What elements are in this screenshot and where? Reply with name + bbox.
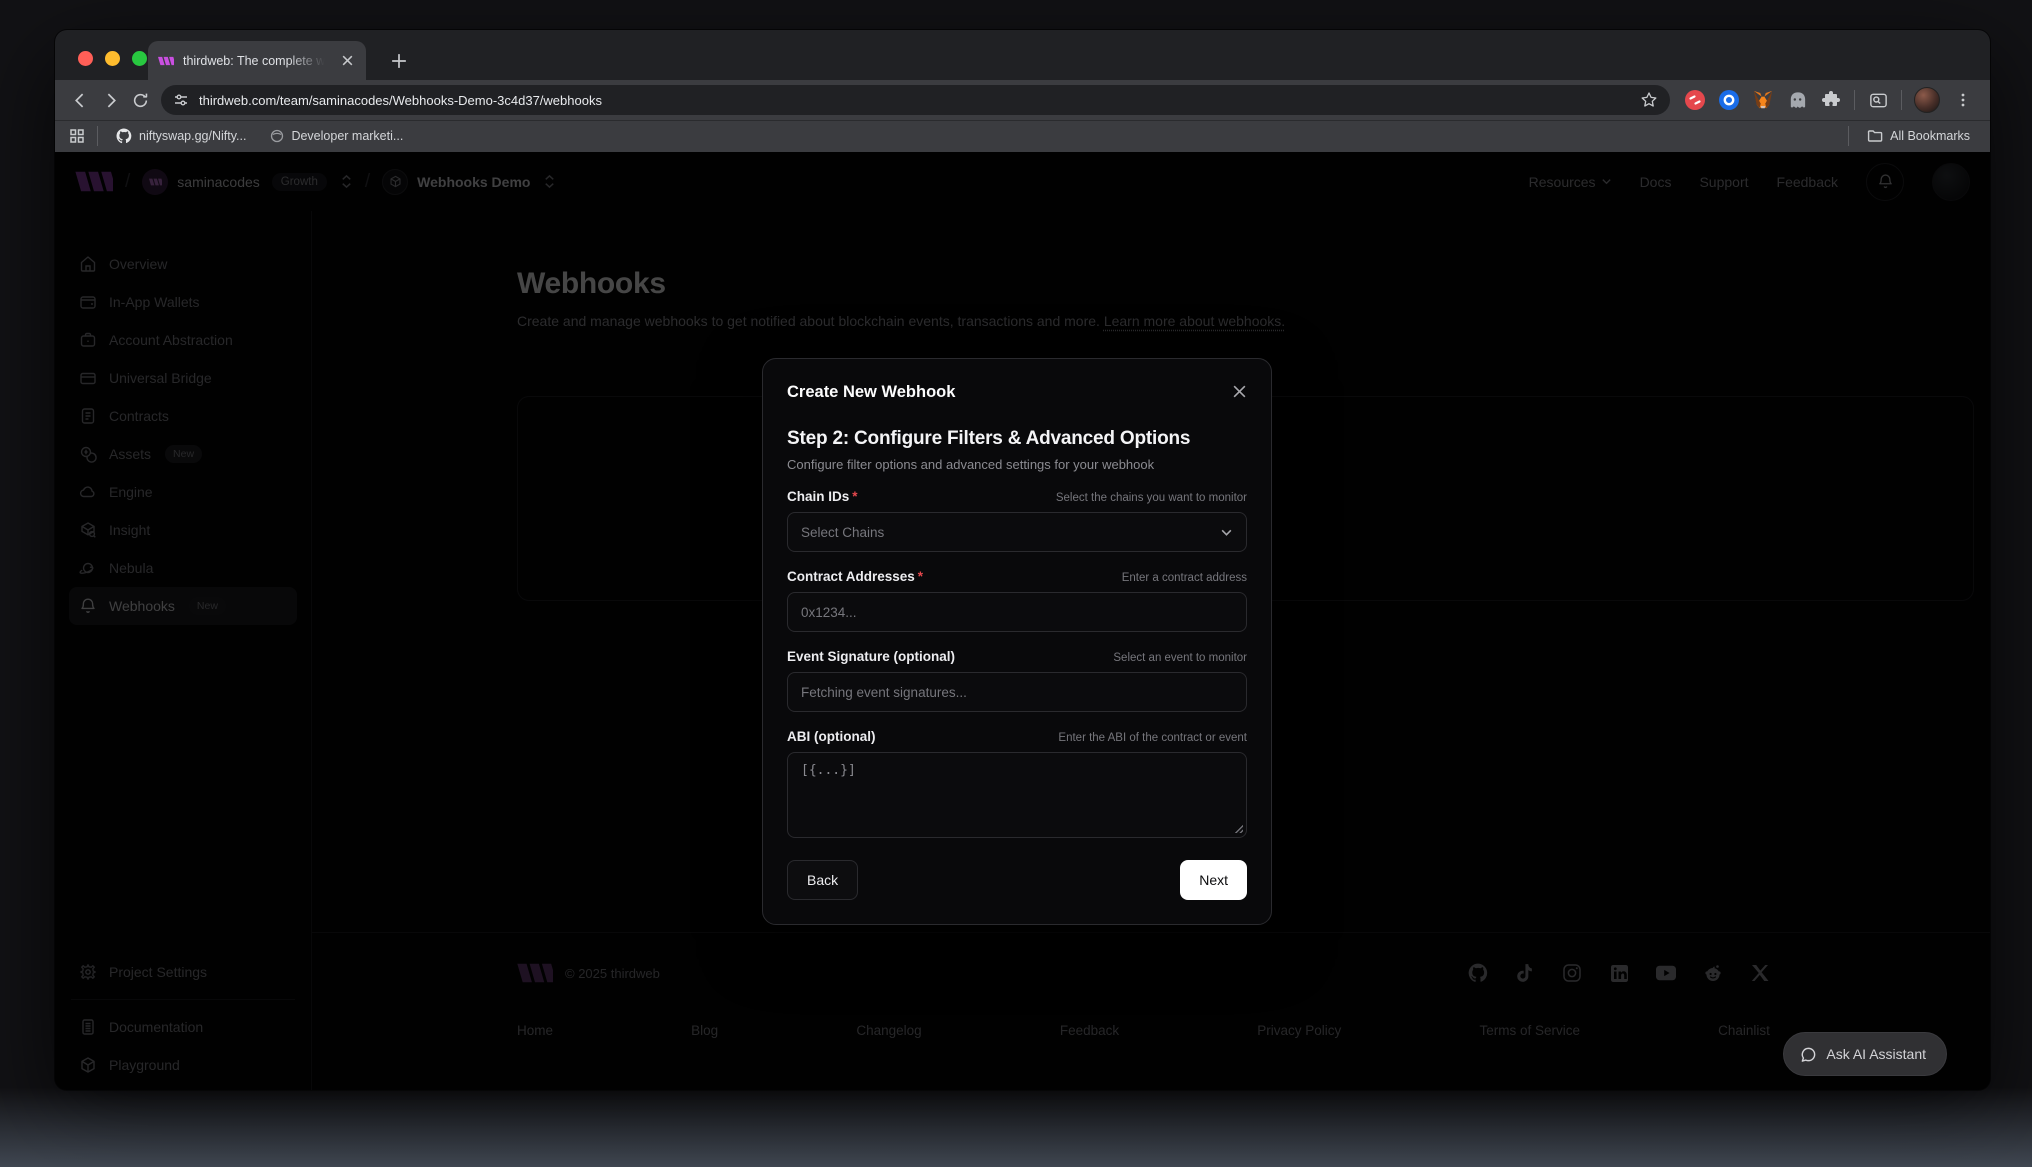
back-icon[interactable] <box>65 85 95 115</box>
abi-textarea-wrap <box>787 752 1247 838</box>
modal-step-subtitle: Configure filter options and advanced se… <box>787 457 1247 472</box>
browser-window: thirdweb: The complete web3 thirdweb.com… <box>55 30 1990 1090</box>
abi-field: ABI (optional) Enter the ABI of the cont… <box>787 729 1247 838</box>
contract-addresses-label: Contract Addresses* <box>787 569 923 584</box>
browser-toolbar: thirdweb.com/team/saminacodes/Webhooks-D… <box>55 80 1990 120</box>
next-button[interactable]: Next <box>1180 860 1247 900</box>
zoom-window-button[interactable] <box>132 51 147 66</box>
bookmark-niftyswap[interactable]: niftyswap.gg/Nifty... <box>110 125 252 147</box>
tab-close-icon[interactable] <box>338 52 356 70</box>
tab-title: thirdweb: The complete web3 <box>183 54 329 68</box>
event-signature-label: Event Signature (optional) <box>787 649 955 664</box>
apps-grid-icon[interactable] <box>69 128 85 144</box>
url-bar[interactable]: thirdweb.com/team/saminacodes/Webhooks-D… <box>161 85 1670 115</box>
back-button[interactable]: Back <box>787 860 858 900</box>
extensions-puzzle-icon[interactable] <box>1820 89 1842 111</box>
ask-ai-assistant-button[interactable]: Ask AI Assistant <box>1783 1032 1947 1076</box>
thirdweb-favicon <box>158 53 174 69</box>
bookmarks-bar: niftyswap.gg/Nifty... Developer marketi.… <box>55 120 1990 152</box>
toolbar-divider <box>1854 90 1855 110</box>
thirdweb-dashboard: / saminacodes Growth / Webhooks Demo <box>55 152 1990 1090</box>
chain-ids-helper: Select the chains you want to monitor <box>1056 492 1247 504</box>
extension-red-icon[interactable] <box>1684 89 1706 111</box>
tab-strip: thirdweb: The complete web3 <box>55 30 1990 80</box>
abi-textarea[interactable] <box>787 752 1247 838</box>
required-asterisk: * <box>852 489 857 504</box>
phantom-icon[interactable] <box>1786 89 1808 111</box>
minimize-window-button[interactable] <box>105 51 120 66</box>
metamask-icon[interactable] <box>1752 89 1774 111</box>
modal-step-title: Step 2: Configure Filters & Advanced Opt… <box>787 428 1247 450</box>
chat-bubble-icon <box>1800 1046 1817 1063</box>
bookmarks-divider <box>1848 126 1849 146</box>
close-icon[interactable] <box>1229 381 1249 401</box>
forward-icon[interactable] <box>95 85 125 115</box>
site-settings-icon[interactable] <box>173 92 189 108</box>
extension-blue-icon[interactable] <box>1718 89 1740 111</box>
url-text[interactable]: thirdweb.com/team/saminacodes/Webhooks-D… <box>199 93 1630 108</box>
site-icon <box>270 129 284 143</box>
contract-addresses-helper: Enter a contract address <box>1122 572 1247 584</box>
chevron-down-icon <box>1220 526 1233 539</box>
bookmark-developer-marketing[interactable]: Developer marketi... <box>264 126 409 146</box>
event-signature-input[interactable] <box>787 672 1247 712</box>
side-panel-search-icon[interactable] <box>1867 89 1889 111</box>
reload-icon[interactable] <box>125 85 155 115</box>
chain-ids-label: Chain IDs* <box>787 489 858 504</box>
folder-icon <box>1867 128 1883 144</box>
modal-title: Create New Webhook <box>787 383 955 402</box>
contract-addresses-field: Contract Addresses* Enter a contract add… <box>787 569 1247 632</box>
browser-menu-icon[interactable] <box>1952 89 1974 111</box>
chain-ids-field: Chain IDs* Select the chains you want to… <box>787 489 1247 552</box>
select-chains-placeholder: Select Chains <box>801 525 884 540</box>
required-asterisk: * <box>918 569 923 584</box>
new-tab-button[interactable] <box>385 47 413 75</box>
extensions-row <box>1678 87 1980 113</box>
select-chains-dropdown[interactable]: Select Chains <box>787 512 1247 552</box>
event-signature-helper: Select an event to monitor <box>1113 652 1247 664</box>
close-window-button[interactable] <box>78 51 93 66</box>
browser-tab[interactable]: thirdweb: The complete web3 <box>148 41 366 80</box>
all-bookmarks-button[interactable]: All Bookmarks <box>1861 125 1976 147</box>
toolbar-divider <box>1901 90 1902 110</box>
bookmark-star-icon[interactable] <box>1640 91 1658 109</box>
abi-helper: Enter the ABI of the contract or event <box>1058 732 1247 744</box>
contract-address-input[interactable] <box>787 592 1247 632</box>
github-icon <box>116 128 132 144</box>
event-signature-field: Event Signature (optional) Select an eve… <box>787 649 1247 712</box>
browser-profile-avatar[interactable] <box>1914 87 1940 113</box>
create-webhook-modal: Create New Webhook Step 2: Configure Fil… <box>762 358 1272 925</box>
traffic-lights <box>78 51 147 66</box>
bookmarks-divider <box>97 126 98 146</box>
abi-label: ABI (optional) <box>787 729 875 744</box>
